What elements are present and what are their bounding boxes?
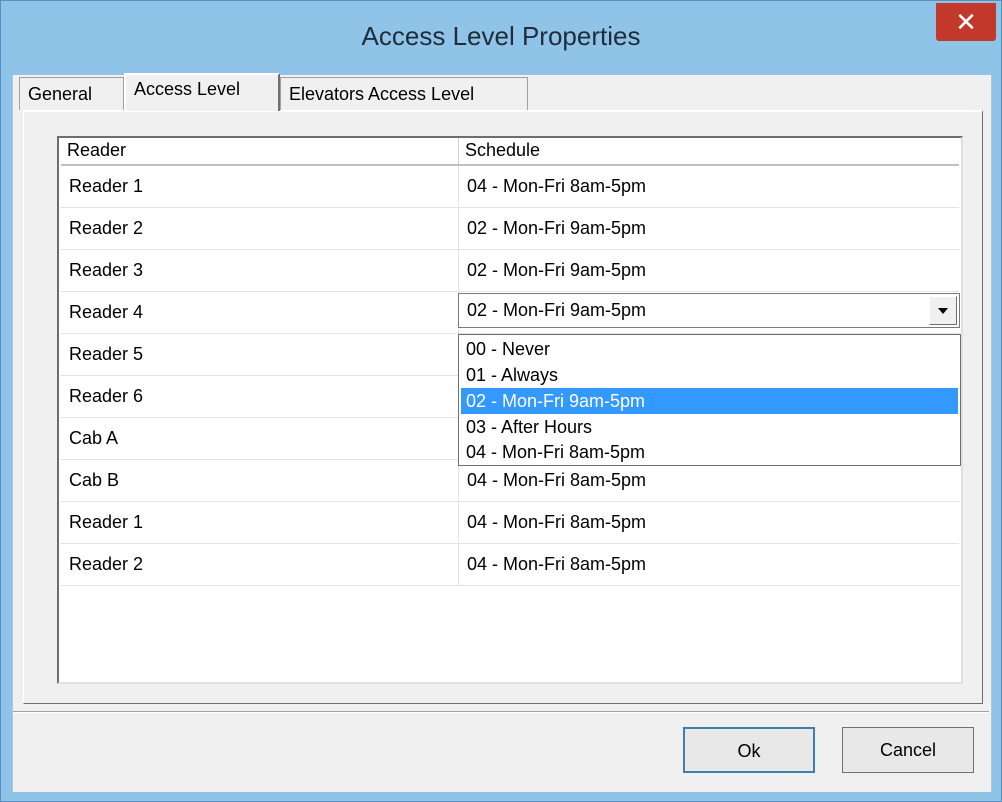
cancel-button[interactable]: Cancel bbox=[842, 727, 974, 773]
dropdown-option-never[interactable]: 00 - Never bbox=[461, 336, 958, 362]
schedule-cell[interactable]: 02 - Mon-Fri 9am-5pm bbox=[459, 250, 959, 291]
reader-cell: Reader 6 bbox=[61, 376, 459, 417]
reader-cell: Cab A bbox=[61, 418, 459, 459]
title-bar[interactable]: Access Level Properties ✕ bbox=[1, 1, 1001, 75]
footer-divider bbox=[13, 711, 989, 713]
schedule-combobox[interactable]: 02 - Mon-Fri 9am-5pm bbox=[458, 293, 960, 328]
schedule-cell[interactable]: 04 - Mon-Fri 8am-5pm bbox=[459, 166, 959, 207]
tab-elevators-access-level[interactable]: Elevators Access Level bbox=[280, 77, 528, 110]
reader-cell: Reader 2 bbox=[61, 544, 459, 585]
dropdown-button[interactable] bbox=[929, 296, 957, 325]
table-row[interactable]: Reader 1 04 - Mon-Fri 8am-5pm bbox=[61, 502, 959, 544]
table-row[interactable]: Cab B 04 - Mon-Fri 8am-5pm bbox=[61, 460, 959, 502]
chevron-down-icon bbox=[938, 308, 948, 314]
schedule-cell[interactable]: 02 - Mon-Fri 9am-5pm bbox=[459, 208, 959, 249]
reader-cell: Reader 5 bbox=[61, 334, 459, 375]
table-row[interactable]: Reader 2 02 - Mon-Fri 9am-5pm bbox=[61, 208, 959, 250]
close-icon: ✕ bbox=[955, 7, 977, 37]
dropdown-option-mon-fri-9-5[interactable]: 02 - Mon-Fri 9am-5pm bbox=[461, 388, 958, 414]
schedule-cell[interactable]: 04 - Mon-Fri 8am-5pm bbox=[459, 502, 959, 543]
close-button[interactable]: ✕ bbox=[936, 3, 996, 41]
list-header: Reader Schedule bbox=[61, 138, 959, 166]
dialog-title: Access Level Properties bbox=[361, 21, 641, 51]
ok-button[interactable]: Ok bbox=[683, 727, 815, 773]
reader-cell: Reader 2 bbox=[61, 208, 459, 249]
column-header-reader[interactable]: Reader bbox=[61, 138, 459, 164]
table-row[interactable]: Reader 3 02 - Mon-Fri 9am-5pm bbox=[61, 250, 959, 292]
tab-general[interactable]: General bbox=[19, 77, 124, 110]
column-header-schedule[interactable]: Schedule bbox=[459, 138, 959, 164]
tab-access-level[interactable]: Access Level bbox=[124, 73, 280, 111]
schedule-combobox-value: 02 - Mon-Fri 9am-5pm bbox=[467, 300, 647, 320]
reader-cell: Reader 1 bbox=[61, 166, 459, 207]
reader-cell: Reader 4 bbox=[61, 292, 459, 333]
table-row[interactable]: Reader 1 04 - Mon-Fri 8am-5pm bbox=[61, 166, 959, 208]
reader-cell: Reader 3 bbox=[61, 250, 459, 291]
schedule-cell[interactable]: 04 - Mon-Fri 8am-5pm bbox=[459, 544, 959, 585]
dropdown-option-after-hours[interactable]: 03 - After Hours bbox=[461, 414, 958, 440]
dropdown-option-mon-fri-8-5[interactable]: 04 - Mon-Fri 8am-5pm bbox=[461, 439, 958, 465]
table-row[interactable]: Reader 2 04 - Mon-Fri 8am-5pm bbox=[61, 544, 959, 586]
schedule-dropdown-list[interactable]: 00 - Never 01 - Always 02 - Mon-Fri 9am-… bbox=[458, 334, 961, 466]
reader-cell: Cab B bbox=[61, 460, 459, 501]
dropdown-option-always[interactable]: 01 - Always bbox=[461, 362, 958, 388]
dialog-window: Access Level Properties ✕ General Access… bbox=[0, 0, 1002, 802]
schedule-cell[interactable]: 04 - Mon-Fri 8am-5pm bbox=[459, 460, 959, 501]
reader-cell: Reader 1 bbox=[61, 502, 459, 543]
